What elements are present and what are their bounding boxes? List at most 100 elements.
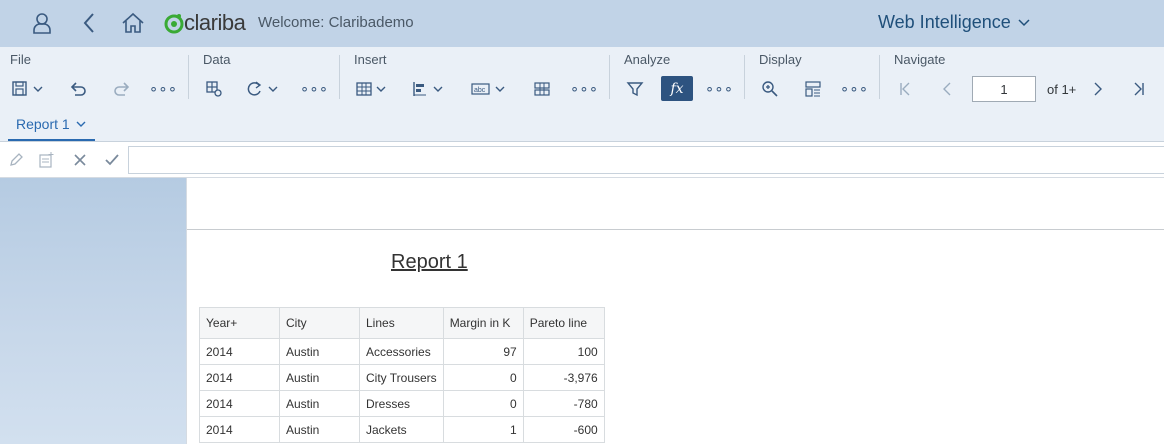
welcome-text: Welcome: Claribademo	[258, 14, 414, 31]
data-more-button[interactable]: ∘∘∘	[300, 78, 328, 100]
page-mode-button[interactable]	[803, 78, 823, 100]
zoom-button[interactable]	[760, 78, 780, 100]
table-cell[interactable]: 2014	[199, 416, 280, 443]
formula-input[interactable]	[128, 146, 1164, 174]
filter-button[interactable]	[625, 78, 645, 100]
table-cell[interactable]: City Trousers	[359, 364, 444, 391]
chevron-down-icon	[76, 121, 86, 127]
table-cell[interactable]: Jackets	[359, 416, 444, 443]
refresh-icon	[247, 81, 278, 96]
user-icon[interactable]	[27, 8, 57, 38]
filter-icon	[626, 82, 644, 97]
edit-icon[interactable]	[7, 151, 25, 169]
insert-table-button[interactable]	[355, 78, 391, 100]
column-header[interactable]: Year+	[199, 307, 280, 339]
divider	[339, 55, 340, 99]
display-more-button[interactable]: ∘∘∘	[840, 78, 868, 100]
table-icon	[356, 82, 386, 96]
home-icon[interactable]	[118, 8, 148, 38]
shell-bar: clariba Welcome: Claribademo Web Intelli…	[0, 0, 1164, 47]
insert-more-button[interactable]: ∘∘∘	[570, 78, 598, 100]
column-header[interactable]: Margin in K	[442, 307, 524, 339]
divider	[609, 55, 610, 99]
table-cell[interactable]: 2014	[199, 364, 280, 391]
group-label-display: Display	[759, 52, 802, 67]
app-title-menu[interactable]: Web Intelligence	[878, 12, 1031, 33]
tab-report-1[interactable]: Report 1	[8, 108, 95, 141]
previous-page-button[interactable]	[939, 78, 955, 100]
page-layout-icon	[805, 81, 821, 97]
zoom-in-icon	[762, 81, 778, 97]
table-cell[interactable]: -600	[522, 416, 605, 443]
save-icon	[12, 81, 43, 96]
column-header[interactable]: Lines	[359, 307, 444, 339]
table-cell[interactable]: 2014	[199, 338, 280, 365]
fx-icon: fx	[670, 80, 684, 97]
last-page-button[interactable]	[1131, 78, 1147, 100]
clariba-logo-icon	[164, 14, 184, 34]
save-menu-button[interactable]	[11, 78, 47, 100]
table-cell[interactable]: 1	[442, 416, 524, 443]
table-cell[interactable]: 0	[442, 390, 524, 417]
tab-label: Report 1	[16, 115, 70, 132]
report-table[interactable]: Year+ City Lines Margin in K Pareto line…	[199, 307, 605, 443]
first-page-button[interactable]	[897, 78, 913, 100]
data-manager-button[interactable]	[204, 78, 224, 100]
insert-chart-button[interactable]	[412, 78, 448, 100]
table-cell[interactable]: Austin	[279, 416, 360, 443]
group-label-analyze: Analyze	[624, 52, 671, 67]
insert-text-cell-button[interactable]: abc	[471, 78, 509, 100]
formula-editor-icon[interactable]	[38, 151, 56, 169]
chevron-right-icon	[1094, 82, 1102, 96]
report-title[interactable]: Report 1	[391, 251, 468, 274]
file-more-button[interactable]: ∘∘∘	[149, 78, 177, 100]
page-number-input[interactable]	[972, 76, 1036, 102]
table-cell[interactable]: 97	[442, 338, 524, 365]
table-row: 2014 Austin Accessories 97 100	[199, 338, 605, 365]
insert-section-button[interactable]	[533, 78, 551, 100]
table-cell[interactable]: 100	[522, 338, 605, 365]
table-cell[interactable]: Austin	[279, 390, 360, 417]
table-row: 2014 Austin Dresses 0 -780	[199, 390, 605, 417]
divider	[744, 55, 745, 99]
first-page-icon	[900, 82, 910, 96]
confirm-icon[interactable]	[103, 151, 121, 169]
brand-logo: clariba	[164, 10, 246, 36]
table-cell[interactable]: Austin	[279, 338, 360, 365]
refresh-menu-button[interactable]	[245, 78, 281, 100]
undo-button[interactable]	[69, 78, 89, 100]
table-cell[interactable]: 0	[442, 364, 524, 391]
grid-icon	[534, 82, 550, 96]
table-header-row: Year+ City Lines Margin in K Pareto line	[199, 307, 605, 339]
column-header[interactable]: City	[279, 307, 360, 339]
redo-icon	[114, 82, 130, 96]
group-label-insert: Insert	[354, 52, 387, 67]
table-cell[interactable]: -780	[522, 390, 605, 417]
last-page-icon	[1134, 82, 1144, 96]
table-cell[interactable]: Accessories	[359, 338, 444, 365]
table-row: 2014 Austin City Trousers 0 -3,976	[199, 364, 605, 391]
group-label-navigate: Navigate	[894, 52, 946, 67]
analyze-more-button[interactable]: ∘∘∘	[705, 78, 733, 100]
report-tab-strip: Report 1	[0, 108, 1164, 142]
formula-button[interactable]: fx	[661, 76, 693, 101]
table-cell[interactable]: 2014	[199, 390, 280, 417]
column-header[interactable]: Pareto line	[522, 307, 605, 339]
undo-icon	[70, 82, 86, 96]
divider	[188, 55, 189, 99]
report-canvas: Report 1 Year+ City Lines Margin in K Pa…	[186, 178, 1164, 444]
side-panel	[0, 178, 186, 444]
chevron-left-icon	[943, 82, 951, 96]
table-cell[interactable]: Austin	[279, 364, 360, 391]
chevron-down-icon	[1018, 18, 1030, 26]
back-icon[interactable]	[74, 8, 104, 38]
redo-button[interactable]	[111, 78, 131, 100]
toolbar: File Data Insert Analyze Display Navigat…	[0, 47, 1164, 108]
next-page-button[interactable]	[1090, 78, 1106, 100]
text-cell-icon: abc	[471, 83, 505, 95]
app-title: Web Intelligence	[878, 12, 1011, 32]
table-cell[interactable]: Dresses	[359, 390, 444, 417]
table-cell[interactable]: -3,976	[522, 364, 605, 391]
cancel-icon[interactable]	[71, 151, 89, 169]
page-count: of 1+	[1047, 82, 1077, 97]
